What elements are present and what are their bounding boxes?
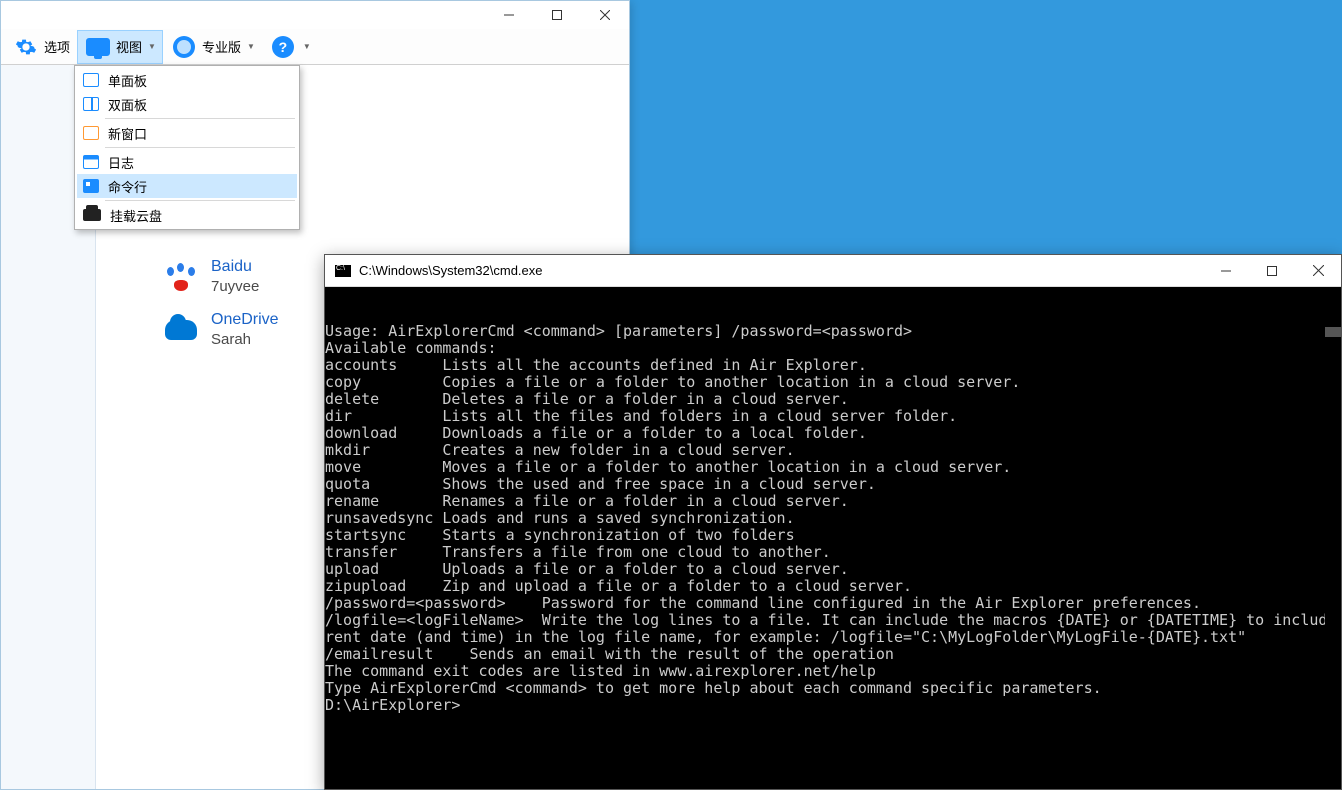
- cmd-line: Usage: AirExplorerCmd <command> [paramet…: [325, 323, 1341, 340]
- cmd-line: accounts Lists all the accounts defined …: [325, 357, 1341, 374]
- account-service: Baidu: [211, 258, 259, 276]
- view-menu-item[interactable]: 日志: [77, 150, 297, 174]
- menu-separator: [105, 200, 295, 201]
- cmd-line: upload Uploads a file or a folder to a c…: [325, 561, 1341, 578]
- toolbar: 选项 视图 ▼ 专业版 ▼ ? ▼: [1, 29, 629, 65]
- cmd-line: move Moves a file or a folder to another…: [325, 459, 1341, 476]
- menu-item-label: 新窗口: [108, 124, 147, 143]
- cmd-line: /emailresult Sends an email with the res…: [325, 646, 1341, 663]
- mount-icon: [83, 209, 101, 221]
- account-user: 7uyvee: [211, 278, 259, 295]
- options-button[interactable]: 选项: [5, 30, 77, 64]
- menu-separator: [105, 118, 295, 119]
- cmd-line: delete Deletes a file or a folder in a c…: [325, 391, 1341, 408]
- cmd-line: transfer Transfers a file from one cloud…: [325, 544, 1341, 561]
- pro-button[interactable]: 专业版 ▼: [163, 30, 262, 64]
- view-label: 视图: [116, 37, 142, 56]
- minimize-button[interactable]: [485, 1, 533, 29]
- chevron-down-icon: ▼: [303, 42, 311, 51]
- cmd-scrollbar[interactable]: [1325, 287, 1341, 789]
- cmd-line: quota Shows the used and free space in a…: [325, 476, 1341, 493]
- view-menu-item[interactable]: 单面板: [77, 68, 297, 92]
- cmd-icon: [335, 265, 351, 277]
- cmd-line: /password=<password> Password for the co…: [325, 595, 1341, 612]
- cmd-maximize-button[interactable]: [1249, 255, 1295, 287]
- account-item[interactable]: OneDrive Sarah: [165, 311, 279, 348]
- options-label: 选项: [44, 37, 70, 56]
- close-button[interactable]: [581, 1, 629, 29]
- onedrive-icon: [165, 314, 197, 346]
- cmd-line: startsync Starts a synchronization of tw…: [325, 527, 1341, 544]
- menu-separator: [105, 147, 295, 148]
- log-icon: [83, 155, 99, 169]
- view-menu: 单面板双面板新窗口日志命令行挂载云盘: [74, 65, 300, 230]
- dual-icon: [83, 97, 99, 111]
- cmd-title-bar[interactable]: C:\Windows\System32\cmd.exe: [325, 255, 1341, 287]
- pro-label: 专业版: [202, 37, 241, 56]
- title-bar: [1, 1, 629, 29]
- cmd-line: D:\AirExplorer>: [325, 697, 1341, 714]
- menu-item-label: 日志: [108, 153, 134, 172]
- cmd-line: runsavedsync Loads and runs a saved sync…: [325, 510, 1341, 527]
- cmd-title-text: C:\Windows\System32\cmd.exe: [359, 263, 1203, 278]
- cmd-line: copy Copies a file or a folder to anothe…: [325, 374, 1341, 391]
- menu-item-label: 单面板: [108, 71, 147, 90]
- ribbon-icon: [170, 35, 198, 59]
- cmd-line: rename Renames a file or a folder in a c…: [325, 493, 1341, 510]
- cmd-icon: [83, 179, 99, 193]
- chevron-down-icon: ▼: [148, 42, 156, 51]
- cmd-line: dir Lists all the files and folders in a…: [325, 408, 1341, 425]
- view-menu-item[interactable]: 挂载云盘: [77, 203, 297, 227]
- gear-icon: [12, 35, 40, 59]
- account-list: Baidu 7uyvee OneDrive Sarah: [165, 258, 279, 364]
- help-button[interactable]: ? ▼: [262, 30, 318, 64]
- cmd-output[interactable]: Usage: AirExplorerCmd <command> [paramet…: [325, 287, 1341, 789]
- baidu-icon: [165, 261, 197, 293]
- cmd-line: download Downloads a file or a folder to…: [325, 425, 1341, 442]
- view-menu-item[interactable]: 命令行: [77, 174, 297, 198]
- view-menu-item[interactable]: 新窗口: [77, 121, 297, 145]
- cmd-line: Available commands:: [325, 340, 1341, 357]
- cmd-line: zipupload Zip and upload a file or a fol…: [325, 578, 1341, 595]
- menu-item-label: 命令行: [108, 177, 147, 196]
- menu-item-label: 双面板: [108, 95, 147, 114]
- cmd-window: C:\Windows\System32\cmd.exe Usage: AirEx…: [324, 254, 1342, 790]
- view-menu-item[interactable]: 双面板: [77, 92, 297, 116]
- cmd-close-button[interactable]: [1295, 255, 1341, 287]
- cmd-line: rent date (and time) in the log file nam…: [325, 629, 1341, 646]
- chevron-down-icon: ▼: [247, 42, 255, 51]
- menu-item-label: 挂载云盘: [110, 206, 162, 225]
- single-icon: [83, 73, 99, 87]
- cmd-minimize-button[interactable]: [1203, 255, 1249, 287]
- maximize-button[interactable]: [533, 1, 581, 29]
- cmd-line: The command exit codes are listed in www…: [325, 663, 1341, 680]
- account-service: OneDrive: [211, 311, 279, 329]
- view-button[interactable]: 视图 ▼: [77, 30, 163, 64]
- help-icon: ?: [269, 35, 297, 59]
- cmd-line: Type AirExplorerCmd <command> to get mor…: [325, 680, 1341, 697]
- account-user: Sarah: [211, 331, 279, 348]
- newwin-icon: [83, 126, 99, 140]
- monitor-icon: [84, 35, 112, 59]
- cmd-line: mkdir Creates a new folder in a cloud se…: [325, 442, 1341, 459]
- account-item[interactable]: Baidu 7uyvee: [165, 258, 279, 295]
- cmd-line: /logfile=<logFileName> Write the log lin…: [325, 612, 1341, 629]
